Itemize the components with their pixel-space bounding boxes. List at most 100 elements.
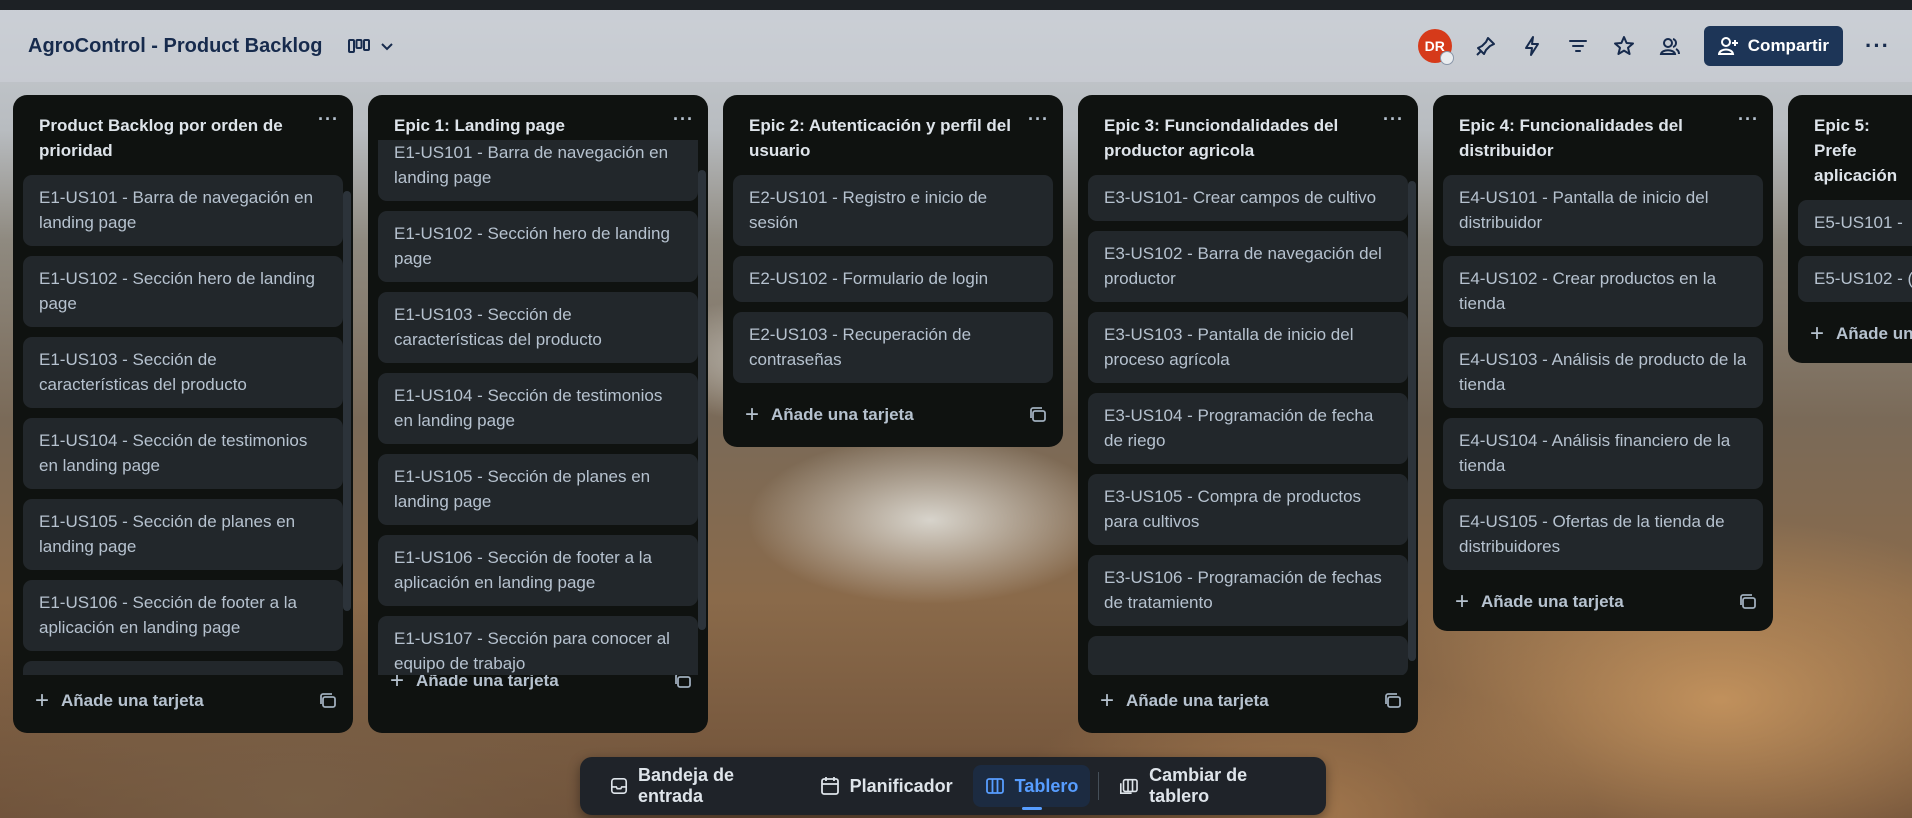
template-icon[interactable] xyxy=(1739,594,1757,610)
window-top-strip xyxy=(0,0,1912,10)
nav-board[interactable]: Tablero xyxy=(972,765,1091,810)
list-cards: E5-US101 - E5-US102 - (404) xyxy=(1788,196,1912,312)
card-partial[interactable] xyxy=(1088,636,1408,675)
add-card-button[interactable]: + Añade una tarjeta xyxy=(745,401,1029,429)
card[interactable]: E1-US104 - Sección de testimonios en lan… xyxy=(378,373,698,444)
card[interactable]: E3-US102 - Barra de navegación del produ… xyxy=(1088,231,1408,302)
add-card-label: Añade una tarjeta xyxy=(1481,592,1624,611)
card[interactable]: E1-US103 - Sección de características de… xyxy=(378,292,698,363)
avatar-admin-badge xyxy=(1439,51,1454,65)
list-header: Product Backlog por orden de prioridad ·… xyxy=(13,95,353,171)
card[interactable]: E1-US107 - Sección para conocer al equip… xyxy=(378,616,698,675)
power-ups-icon[interactable] xyxy=(1474,34,1498,58)
list-menu-icon[interactable]: ··· xyxy=(1738,109,1759,130)
card[interactable]: E1-US103 - Sección de características de… xyxy=(23,337,343,408)
card[interactable]: E5-US102 - (404) xyxy=(1798,256,1912,302)
list-product-backlog: Product Backlog por orden de prioridad ·… xyxy=(13,95,353,733)
board-view-icon xyxy=(348,39,371,53)
add-card-label: Añade una tarjeta xyxy=(771,405,914,424)
list-footer: + Añade una tarjeta xyxy=(13,675,353,727)
nav-planner[interactable]: Planificador xyxy=(808,765,965,807)
list-footer: + Añade una tarjeta xyxy=(1433,580,1773,624)
card[interactable]: E3-US104 - Programación de fecha de rieg… xyxy=(1088,393,1408,464)
card[interactable]: E1-US105 - Sección de planes en landing … xyxy=(23,499,343,570)
card[interactable]: E4-US105 - Ofertas de la tienda de distr… xyxy=(1443,499,1763,570)
board-view-switcher[interactable] xyxy=(348,38,394,54)
visibility-icon[interactable] xyxy=(1658,34,1682,58)
card[interactable]: E1-US102 - Sección hero de landing page xyxy=(23,256,343,327)
add-card-label: Añade un xyxy=(1836,324,1912,343)
card[interactable]: E4-US104 - Análisis financiero de la tie… xyxy=(1443,418,1763,489)
chevron-down-icon xyxy=(381,43,394,51)
card[interactable]: E1-US101 - Barra de navegación en landin… xyxy=(378,140,698,201)
card[interactable]: E3-US105 - Compra de productos para cult… xyxy=(1088,474,1408,545)
card[interactable]: E3-US106 - Programación de fechas de tra… xyxy=(1088,555,1408,626)
list-title[interactable]: Epic 5: Prefe aplicación xyxy=(1814,113,1912,188)
list-epic-5: Epic 5: Prefe aplicación E5-US101 - E5-U… xyxy=(1788,95,1912,363)
list-menu-icon[interactable]: ··· xyxy=(1383,109,1404,130)
add-card-label: Añade una tarjeta xyxy=(1126,691,1269,710)
card[interactable]: E1-US102 - Sección hero de landing page xyxy=(378,211,698,282)
card[interactable]: E2-US103 - Recuperación de contraseñas xyxy=(733,312,1053,383)
list-epic-3: Epic 3: Funciondalidades del productor a… xyxy=(1078,95,1418,733)
nav-divider xyxy=(1098,772,1100,800)
template-icon[interactable] xyxy=(1029,407,1047,423)
list-header: Epic 3: Funciondalidades del productor a… xyxy=(1078,95,1418,171)
card[interactable]: E1-US106 - Sección de footer a la aplica… xyxy=(23,580,343,651)
nav-board-label: Tablero xyxy=(1014,775,1079,796)
more-options-icon[interactable]: ··· xyxy=(1865,33,1890,59)
filter-icon[interactable] xyxy=(1566,34,1590,58)
card[interactable]: E1-US104 - Sección de testimonios en lan… xyxy=(23,418,343,489)
list-header: Epic 2: Autenticación y perfil del usuar… xyxy=(723,95,1063,171)
card[interactable]: E3-US103 - Pantalla de inicio del proces… xyxy=(1088,312,1408,383)
list-menu-icon[interactable]: ··· xyxy=(1028,109,1049,130)
share-button[interactable]: Compartir xyxy=(1703,26,1844,66)
list-title[interactable]: Epic 2: Autenticación y perfil del usuar… xyxy=(749,113,1028,163)
avatar[interactable]: DR xyxy=(1417,29,1454,65)
inbox-icon xyxy=(610,777,628,795)
template-icon[interactable] xyxy=(1384,693,1402,709)
list-menu-icon[interactable]: ··· xyxy=(673,109,694,130)
card[interactable]: E5-US101 - xyxy=(1798,200,1912,246)
list-title[interactable]: Epic 4: Funcionalidades del distribuidor xyxy=(1459,113,1738,163)
list-title[interactable]: Epic 1: Landing page xyxy=(394,113,673,138)
card-partial[interactable] xyxy=(23,661,343,675)
list-title[interactable]: Product Backlog por orden de prioridad xyxy=(39,113,318,163)
scrollbar[interactable] xyxy=(698,170,706,630)
scrollbar[interactable] xyxy=(343,191,351,611)
automation-icon[interactable] xyxy=(1520,34,1544,58)
template-icon[interactable] xyxy=(319,693,337,709)
card[interactable]: E1-US105 - Sección de planes en landing … xyxy=(378,454,698,525)
card[interactable]: E1-US106 - Sección de footer a la aplica… xyxy=(378,535,698,606)
template-icon[interactable] xyxy=(674,673,692,689)
list-footer: + Añade una tarjeta xyxy=(1078,675,1418,727)
add-card-button[interactable]: + Añade una tarjeta xyxy=(35,687,319,715)
add-card-button[interactable]: + Añade un xyxy=(1810,320,1912,348)
card[interactable]: E4-US103 - Análisis de producto de la ti… xyxy=(1443,337,1763,408)
add-user-icon xyxy=(1717,37,1738,55)
share-label: Compartir xyxy=(1747,36,1830,55)
card[interactable]: E4-US101 - Pantalla de inicio del distri… xyxy=(1443,175,1763,246)
list-cards: E4-US101 - Pantalla de inicio del distri… xyxy=(1433,171,1773,580)
card[interactable]: E1-US101 - Barra de navegación en landin… xyxy=(23,175,343,246)
scrollbar[interactable] xyxy=(1408,181,1416,661)
switch-board-icon xyxy=(1120,778,1139,795)
list-header: Epic 1: Landing page ··· xyxy=(368,95,708,140)
plus-icon: + xyxy=(1810,320,1825,347)
list-cards: E3-US101- Crear campos de cultivo E3-US1… xyxy=(1078,171,1418,675)
card[interactable]: E2-US102 - Formulario de login xyxy=(733,256,1053,302)
plus-icon: + xyxy=(35,687,50,714)
card[interactable]: E4-US102 - Crear productos en la tienda xyxy=(1443,256,1763,327)
list-title[interactable]: Epic 3: Funciondalidades del productor a… xyxy=(1104,113,1383,163)
card[interactable]: E3-US101- Crear campos de cultivo xyxy=(1088,175,1408,221)
plus-icon: + xyxy=(1455,588,1470,615)
add-card-button[interactable]: + Añade una tarjeta xyxy=(1455,588,1739,616)
card[interactable]: E2-US101 - Registro e inicio de sesión xyxy=(733,175,1053,246)
list-menu-icon[interactable]: ··· xyxy=(318,109,339,130)
nav-inbox[interactable]: Bandeja de entrada xyxy=(598,765,800,807)
list-cards: E2-US101 - Registro e inicio de sesión E… xyxy=(723,171,1063,393)
nav-switch-board[interactable]: Cambiar de tablero xyxy=(1107,765,1308,807)
star-icon[interactable] xyxy=(1612,34,1636,58)
add-card-button[interactable]: + Añade una tarjeta xyxy=(1100,687,1384,715)
board-title[interactable]: AgroControl - Product Backlog xyxy=(28,35,322,58)
